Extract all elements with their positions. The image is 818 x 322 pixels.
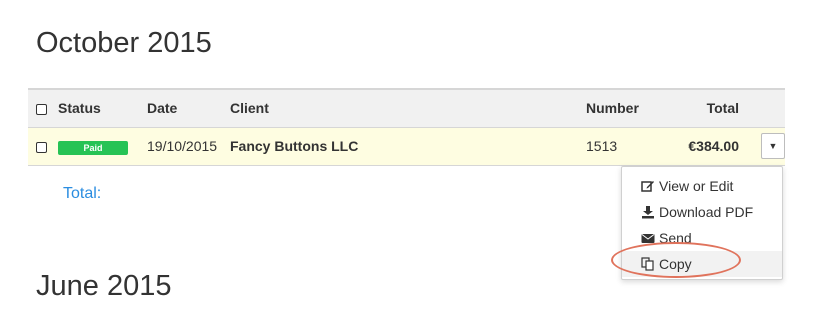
copy-icon	[641, 257, 655, 271]
client-cell[interactable]: Fancy Buttons LLC	[230, 127, 586, 166]
actions-cell: ▼	[739, 127, 785, 166]
row-checkbox[interactable]	[36, 141, 47, 153]
month-heading: June 2015	[36, 270, 172, 302]
column-header-status[interactable]: Status	[58, 88, 147, 128]
menu-item-label: Copy	[659, 256, 692, 272]
menu-item-label: Download PDF	[659, 204, 754, 220]
status-cell: Paid	[58, 127, 147, 166]
status-badge: Paid	[58, 140, 128, 155]
edit-icon	[641, 179, 655, 193]
column-header-date[interactable]: Date	[147, 88, 230, 128]
menu-item-send[interactable]: Send	[622, 225, 782, 251]
row-select-cell	[28, 127, 58, 166]
column-header-number[interactable]: Number	[586, 88, 666, 128]
date-cell: 19/10/2015	[147, 127, 230, 166]
table-header-row: Status Date Client Number Total	[28, 88, 785, 128]
menu-item-download-pdf[interactable]: Download PDF	[622, 199, 782, 225]
column-header-client[interactable]: Client	[230, 88, 586, 128]
caret-down-icon: ▼	[768, 141, 778, 151]
envelope-icon	[641, 231, 655, 245]
menu-item-label: Send	[659, 230, 692, 246]
total-cell: €384.00	[666, 127, 739, 166]
row-actions-dropdown-button[interactable]: ▼	[761, 133, 785, 159]
column-header-actions	[739, 88, 785, 128]
select-all-checkbox[interactable]	[36, 104, 47, 116]
invoice-table: Status Date Client Number Total Paid 19/…	[28, 88, 785, 166]
column-header-total[interactable]: Total	[666, 88, 739, 128]
menu-item-view-or-edit[interactable]: View or Edit	[622, 173, 782, 199]
month-heading: October 2015	[36, 27, 212, 59]
total-label[interactable]: Total:	[63, 185, 101, 203]
menu-item-label: View or Edit	[659, 178, 734, 194]
menu-item-copy[interactable]: Copy	[622, 251, 782, 277]
table-row[interactable]: Paid 19/10/2015 Fancy Buttons LLC 1513 €…	[28, 127, 785, 166]
select-all-cell	[28, 88, 58, 128]
download-icon	[641, 205, 655, 219]
number-cell: 1513	[586, 127, 666, 166]
row-actions-menu: View or Edit Download PDF Send Copy	[621, 166, 783, 280]
